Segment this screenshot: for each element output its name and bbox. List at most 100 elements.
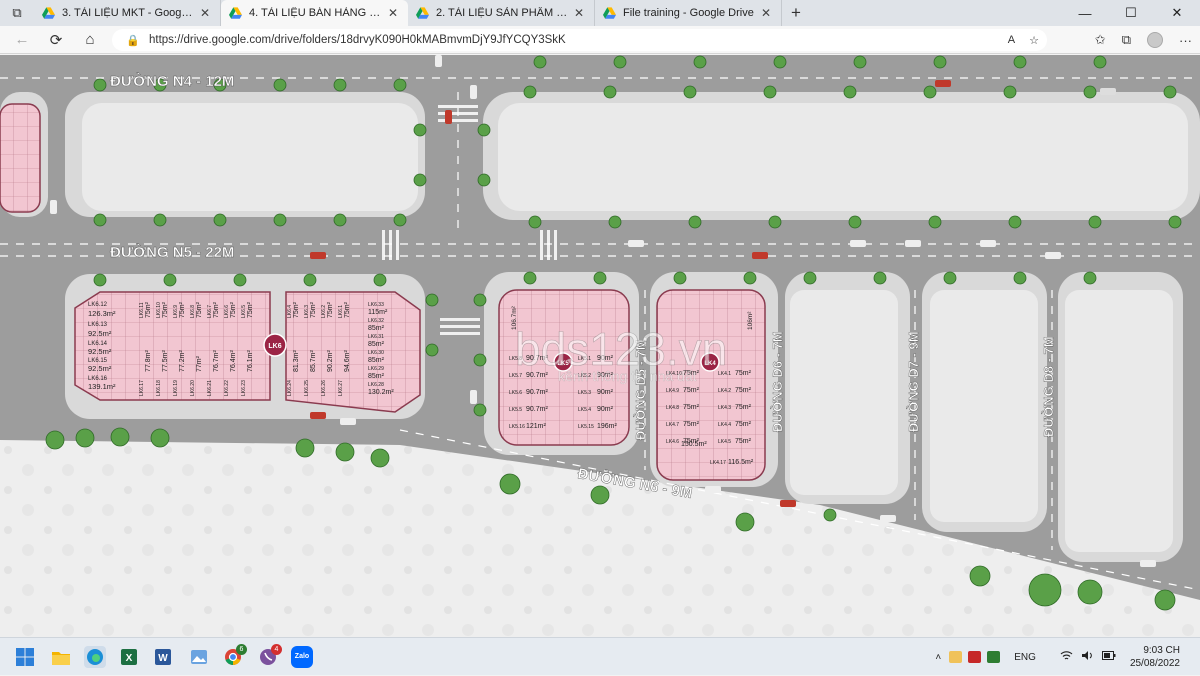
lot-label: LK6.4 bbox=[287, 305, 293, 318]
word-icon[interactable]: W bbox=[152, 646, 174, 668]
clock-time: 9:03 CH bbox=[1143, 645, 1180, 656]
lot-label: LK6.19 bbox=[173, 380, 179, 396]
image-viewer[interactable]: LK6.12 126.3m² LK6.13 92.5m² LK6.14 92.5… bbox=[0, 55, 1200, 637]
tab-actions-button[interactable]: ⧉ bbox=[0, 0, 34, 26]
close-icon[interactable]: ✕ bbox=[386, 6, 400, 20]
lot-area: 85.7m² bbox=[310, 350, 317, 372]
chrome-badge: 6 bbox=[236, 644, 247, 655]
lot-label: LK6.10 bbox=[156, 302, 162, 318]
watermark: bds123.vn kênh thông tin nhà đất bbox=[515, 323, 728, 384]
profile-avatar[interactable] bbox=[1147, 32, 1163, 48]
google-drive-icon bbox=[42, 7, 55, 19]
edge-icon[interactable] bbox=[84, 646, 106, 668]
svg-text:X: X bbox=[126, 653, 133, 664]
road-d7-label: ĐƯỜNG D7 - 9M bbox=[906, 331, 921, 432]
tab-label: 4. TÀI LIỆU BÁN HÀNG - Google bbox=[249, 7, 382, 19]
read-aloud-icon[interactable]: A bbox=[1008, 34, 1015, 46]
maximize-button[interactable]: ☐ bbox=[1108, 0, 1154, 26]
language-indicator[interactable]: ENG bbox=[1014, 652, 1036, 663]
volume-icon[interactable] bbox=[1081, 650, 1094, 664]
lot-area: 77.5m² bbox=[162, 350, 169, 372]
photos-icon[interactable] bbox=[188, 646, 210, 668]
lot-area: 75m² bbox=[735, 438, 752, 445]
lot-label: LK6.26 bbox=[321, 380, 327, 396]
site-plan-map: LK6.12 126.3m² LK6.13 92.5m² LK6.14 92.5… bbox=[0, 55, 1200, 637]
lot-area: 75m² bbox=[735, 421, 752, 428]
file-explorer-icon[interactable] bbox=[50, 646, 72, 668]
back-button[interactable]: ← bbox=[5, 26, 39, 54]
tray-chevron-icon[interactable]: ˄ bbox=[935, 652, 941, 663]
zalo-icon[interactable]: Zalo bbox=[291, 646, 313, 668]
lot-area: 75m² bbox=[735, 404, 752, 411]
lot-label: LK5.5 bbox=[509, 407, 522, 413]
refresh-button[interactable]: ⟳ bbox=[39, 26, 73, 54]
new-tab-button[interactable]: + bbox=[782, 0, 810, 26]
more-menu-icon[interactable]: ··· bbox=[1179, 33, 1192, 48]
lot-area: 90.7m² bbox=[526, 406, 548, 413]
lot-area: 75m² bbox=[735, 387, 752, 394]
road-d6-label: ĐƯỜNG D6 - 7M bbox=[770, 331, 785, 432]
tray-app-icon[interactable] bbox=[949, 651, 963, 663]
lot-area: 75m² bbox=[683, 421, 700, 428]
lot-area: 115m² bbox=[368, 309, 388, 316]
lot-label: LK6.13 bbox=[88, 322, 108, 328]
lot-area: 75m² bbox=[196, 301, 203, 318]
lot-area: 85m² bbox=[368, 341, 385, 348]
lot-area: 90.2m² bbox=[327, 350, 334, 372]
tab-ban-hang[interactable]: 4. TÀI LIỆU BÁN HÀNG - Google ✕ bbox=[221, 0, 408, 26]
block-lk7 bbox=[0, 103, 41, 213]
lot-area: 77.2m² bbox=[179, 350, 186, 372]
lot-area: 90m² bbox=[597, 389, 614, 396]
lot-label: LK6.5 bbox=[241, 305, 247, 318]
tray-status-icon[interactable] bbox=[987, 651, 1001, 663]
collections-icon[interactable]: ⧉ bbox=[1122, 32, 1131, 48]
tab-label: 2. TÀI LIỆU SẢN PHẨM - Google bbox=[436, 7, 568, 19]
windows-start-icon[interactable] bbox=[14, 646, 36, 668]
lot-label: LK6.32 bbox=[368, 318, 384, 324]
lot-label: LK4.6 bbox=[666, 439, 679, 445]
favorite-star-icon[interactable]: ☆ bbox=[1029, 34, 1039, 47]
lot-label: LK5.6 bbox=[509, 390, 522, 396]
close-icon[interactable]: ✕ bbox=[759, 6, 773, 20]
lot-area: 75m² bbox=[247, 301, 254, 318]
battery-icon[interactable] bbox=[1101, 651, 1116, 663]
lot-label: LK6.30 bbox=[368, 350, 384, 356]
lot-area: 85m² bbox=[368, 373, 385, 380]
lot-area: 92.5m² bbox=[88, 347, 112, 356]
lot-area: 75m² bbox=[310, 301, 317, 318]
lot-label: LK6.25 bbox=[304, 380, 310, 396]
lot-area: 85m² bbox=[368, 357, 385, 364]
minimize-button[interactable]: — bbox=[1062, 0, 1108, 26]
lot-area: 75m² bbox=[683, 387, 700, 394]
google-drive-icon bbox=[603, 7, 616, 19]
lot-area: 139.1m² bbox=[88, 382, 116, 391]
lot-area: 75m² bbox=[327, 301, 334, 318]
favorites-icon[interactable]: ✩ bbox=[1095, 32, 1106, 48]
url-field[interactable]: 🔒 https://drive.google.com/drive/folders… bbox=[112, 29, 1047, 51]
window-close-button[interactable]: ✕ bbox=[1154, 0, 1200, 26]
road-n4-label: ĐƯỜNG N4 - 12M bbox=[110, 72, 234, 90]
lot-area: 77m² bbox=[196, 355, 203, 372]
lot-label: LK6.2 bbox=[321, 305, 327, 318]
tab-mkt[interactable]: 3. TÀI LIỆU MKT - Google Drive ✕ bbox=[34, 0, 221, 26]
road-d8-label: ĐƯỜNG D8 - 7M bbox=[1041, 336, 1056, 437]
lot-area: 75m² bbox=[735, 370, 752, 377]
badge-lk6: LK6 bbox=[268, 343, 281, 350]
wifi-icon[interactable] bbox=[1060, 650, 1073, 664]
excel-icon[interactable]: X bbox=[118, 646, 140, 668]
tab-san-pham[interactable]: 2. TÀI LIỆU SẢN PHẨM - Google ✕ bbox=[408, 0, 595, 26]
lot-area: 75m² bbox=[162, 301, 169, 318]
antivirus-icon[interactable] bbox=[968, 651, 982, 663]
clock[interactable]: 9:03 CH 25/08/2022 bbox=[1130, 644, 1180, 670]
lot-label: LK6.31 bbox=[368, 334, 384, 340]
clock-date: 25/08/2022 bbox=[1129, 658, 1180, 669]
lot-label: LK4.17 bbox=[710, 460, 726, 466]
lot-area: 92.5m² bbox=[88, 329, 112, 338]
tab-training[interactable]: File training - Google Drive ✕ bbox=[595, 0, 782, 26]
close-icon[interactable]: ✕ bbox=[198, 6, 212, 20]
home-button[interactable]: ⌂ bbox=[73, 26, 107, 54]
lot-label: LK6.20 bbox=[190, 380, 196, 396]
svg-text:W: W bbox=[158, 653, 168, 664]
lot-label: LK6.9 bbox=[173, 305, 179, 318]
close-icon[interactable]: ✕ bbox=[572, 6, 586, 20]
